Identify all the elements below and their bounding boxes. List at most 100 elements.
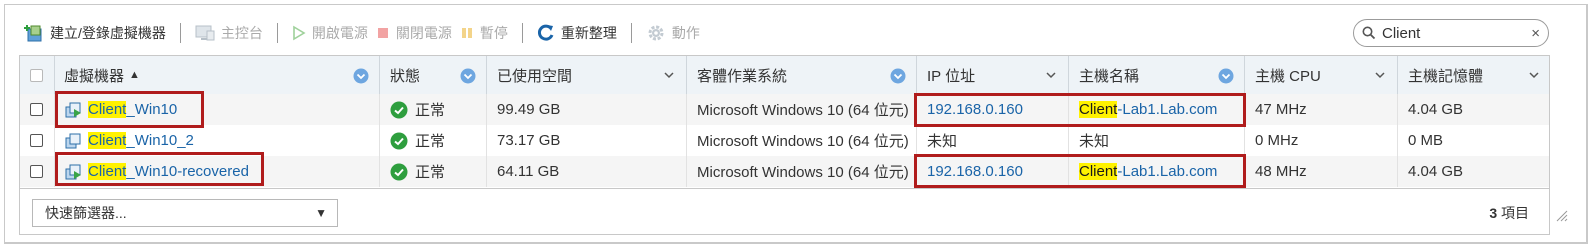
hostname-cell: 未知 (1069, 125, 1245, 156)
table-row[interactable]: Client_Win10 正常 99.49 GB Microsoft Windo… (20, 94, 1549, 125)
quick-filter-label: 快速篩選器... (45, 205, 127, 221)
hostname-link[interactable]: Client-Lab1.Lab.com (1079, 101, 1217, 118)
power-off-label: 關閉電源 (395, 25, 452, 41)
ip-link[interactable]: 192.168.0.160 (927, 163, 1023, 180)
resize-grip-icon[interactable] (1554, 208, 1568, 222)
hostname-suffix: -Lab1.Lab.com (1117, 101, 1218, 118)
chevron-down-icon[interactable] (1527, 68, 1541, 82)
search-match-highlight: Client (88, 132, 127, 149)
column-label: 主機記憶體 (1408, 67, 1484, 85)
host-memory-cell: 4.04 GB (1398, 156, 1549, 187)
ip-link[interactable]: 192.168.0.160 (927, 101, 1023, 118)
column-header-status[interactable]: 狀態 (380, 56, 487, 94)
status-text: 正常 (415, 164, 446, 181)
host-cpu-cell: 47 MHz (1245, 94, 1398, 125)
pause-label: 暫停 (479, 25, 508, 41)
select-all-checkbox[interactable] (30, 68, 43, 82)
vm-icon (65, 133, 81, 148)
vm-name-link[interactable]: Client_Win10_2 (88, 132, 194, 149)
table-row[interactable]: Client_Win10-recovered 正常 64.11 GB Micro… (20, 156, 1549, 187)
vm-name-cell: Client_Win10-recovered (55, 156, 380, 187)
stop-icon (377, 28, 388, 38)
quick-filter-dropdown[interactable]: 快速篩選器... ▼ (32, 199, 338, 227)
host-memory-value: 4.04 GB (1408, 163, 1464, 180)
hostname-value: 未知 (1079, 133, 1110, 150)
column-header-vm[interactable]: 虛擬機器 ▲ (55, 56, 380, 94)
actions-label: 動作 (671, 25, 700, 41)
host-memory-value: 4.04 GB (1408, 101, 1464, 118)
gear-icon (648, 25, 664, 41)
row-select-cell (20, 125, 55, 156)
select-all-cell (20, 56, 55, 94)
refresh-icon (537, 24, 554, 41)
host-cpu-value: 47 MHz (1255, 101, 1307, 118)
column-label: 狀態 (390, 67, 421, 85)
status-cell: 正常 (380, 94, 487, 125)
item-count-unit: 項目 (1497, 205, 1529, 221)
refresh-button[interactable]: 重新整理 (533, 20, 621, 46)
create-vm-label: 建立/登錄虛擬機器 (50, 25, 166, 41)
pause-icon (461, 28, 472, 38)
actions-button[interactable]: 動作 (642, 20, 704, 46)
table-row[interactable]: Client_Win10_2 正常 73.17 GB Microsoft Win… (20, 125, 1549, 156)
hostname-suffix: -Lab1.Lab.com (1117, 163, 1218, 180)
column-header-host-cpu[interactable]: 主機 CPU (1245, 56, 1398, 94)
chevron-down-icon[interactable] (662, 68, 676, 82)
console-button[interactable]: 主控台 (191, 20, 267, 46)
host-memory-cell: 4.04 GB (1398, 94, 1549, 125)
search-input[interactable] (1382, 24, 1522, 42)
pause-button[interactable]: 暫停 (456, 20, 512, 46)
hostname-link[interactable]: Client-Lab1.Lab.com (1079, 163, 1217, 180)
sort-ascending-icon: ▲ (129, 69, 140, 81)
used-space-cell: 73.17 GB (487, 125, 687, 156)
ip-value: 未知 (927, 133, 958, 150)
column-header-ip[interactable]: IP 位址 (917, 56, 1069, 94)
column-menu-icon[interactable] (353, 68, 369, 84)
row-checkbox[interactable] (30, 165, 43, 178)
vm-table: 虛擬機器 ▲ 狀態 已使用空間 客體作業系統 IP 位址 主機名稱 主機 CPU (19, 55, 1550, 235)
row-checkbox[interactable] (30, 134, 43, 147)
row-checkbox[interactable] (30, 103, 43, 116)
chevron-down-icon[interactable] (1373, 68, 1387, 82)
status-text: 正常 (415, 133, 446, 150)
column-label: IP 位址 (927, 67, 976, 85)
clear-search-icon[interactable]: × (1531, 25, 1540, 42)
refresh-label: 重新整理 (560, 25, 617, 41)
vm-name-link[interactable]: Client_Win10-recovered (88, 163, 249, 180)
column-menu-icon[interactable] (890, 68, 906, 84)
create-vm-icon (24, 25, 42, 42)
table-footer: 快速篩選器... ▼ 3 項目 (20, 188, 1549, 234)
power-on-label: 開啟電源 (311, 25, 368, 41)
column-header-guest-os[interactable]: 客體作業系統 (687, 56, 917, 94)
toolbar: 建立/登錄虛擬機器 主控台 開啟電源 關閉電源 暫停 重新整理 動作 (20, 20, 704, 46)
check-circle-icon (390, 163, 408, 180)
column-label: 主機 CPU (1255, 67, 1321, 85)
create-vm-button[interactable]: 建立/登錄虛擬機器 (20, 20, 170, 46)
power-on-button[interactable]: 開啟電源 (288, 20, 372, 46)
used-space-value: 99.49 GB (497, 101, 561, 118)
hostname-cell: Client-Lab1.Lab.com (1069, 156, 1245, 187)
used-space-cell: 64.11 GB (487, 156, 687, 187)
ip-cell: 192.168.0.160 (917, 156, 1069, 187)
used-space-cell: 99.49 GB (487, 94, 687, 125)
vm-name-link[interactable]: Client_Win10 (88, 101, 177, 118)
guest-os-value: Microsoft Windows 10 (64 位元) (697, 164, 909, 181)
used-space-value: 64.11 GB (497, 163, 560, 180)
column-menu-icon[interactable] (460, 68, 476, 84)
chevron-down-icon[interactable] (1044, 68, 1058, 82)
status-cell: 正常 (380, 156, 487, 187)
host-cpu-value: 48 MHz (1255, 163, 1307, 180)
guest-os-cell: Microsoft Windows 10 (64 位元) (687, 125, 917, 156)
console-icon (195, 25, 215, 41)
toolbar-divider (179, 23, 181, 43)
vm-name-suffix: _Win10 (126, 101, 178, 118)
column-label: 虛擬機器 (64, 67, 125, 85)
column-menu-icon[interactable] (1218, 68, 1234, 84)
power-off-button[interactable]: 關閉電源 (372, 20, 456, 46)
column-header-hostname[interactable]: 主機名稱 (1069, 56, 1245, 94)
column-header-host-memory[interactable]: 主機記憶體 (1398, 56, 1549, 94)
column-header-used-space[interactable]: 已使用空間 (487, 56, 687, 94)
ip-cell: 未知 (917, 125, 1069, 156)
toolbar-divider (276, 23, 278, 43)
table-header: 虛擬機器 ▲ 狀態 已使用空間 客體作業系統 IP 位址 主機名稱 主機 CPU (20, 56, 1549, 95)
